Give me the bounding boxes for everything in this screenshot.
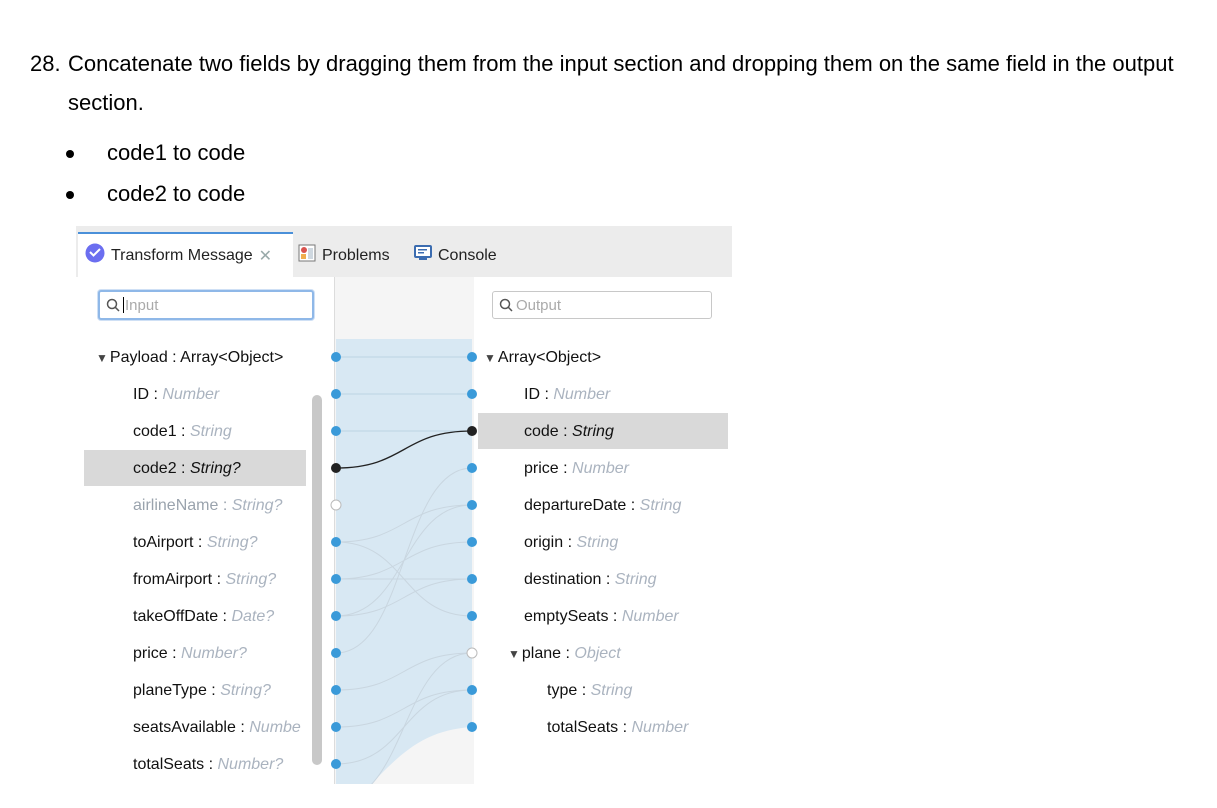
input-anchor-dot[interactable]: [331, 685, 341, 695]
input-anchor-dot[interactable]: [331, 389, 341, 399]
transform-message-panel: Transform Message ✕ Problems Console Inp…: [76, 226, 732, 784]
input-anchor-dot[interactable]: [331, 611, 341, 621]
output-anchor-dot[interactable]: [467, 389, 477, 399]
step-text: Concatenate two fields by dragging them …: [68, 51, 1174, 115]
step-number: 28.: [30, 51, 61, 76]
bullet-dot: [66, 191, 74, 199]
bullet-dot: [66, 150, 74, 158]
input-anchor-dot[interactable]: [331, 574, 341, 584]
output-anchor-dot[interactable]: [467, 611, 477, 621]
output-anchor-dot[interactable]: [466, 647, 478, 659]
input-anchor-dot[interactable]: [331, 722, 341, 732]
bullet-text: code1 to code: [107, 140, 246, 165]
output-anchor-dot[interactable]: [467, 685, 477, 695]
output-anchor-dot[interactable]: [467, 352, 477, 362]
input-anchor-dot[interactable]: [331, 537, 341, 547]
input-anchor-dot[interactable]: [330, 499, 342, 511]
output-anchor-dot[interactable]: [467, 463, 477, 473]
input-anchor-dot[interactable]: [331, 426, 341, 436]
input-anchor-dot[interactable]: [331, 759, 341, 769]
input-anchor-dot[interactable]: [331, 352, 341, 362]
bullet-text: code2 to code: [107, 181, 246, 206]
input-anchor-dot[interactable]: [331, 463, 341, 473]
output-anchor-dot[interactable]: [467, 500, 477, 510]
mapping-links: [330, 339, 478, 784]
output-anchor-dot[interactable]: [467, 574, 477, 584]
output-anchor-dot[interactable]: [467, 426, 477, 436]
input-anchor-dot[interactable]: [331, 648, 341, 658]
output-anchor-dot[interactable]: [467, 537, 477, 547]
output-anchor-dot[interactable]: [467, 722, 477, 732]
